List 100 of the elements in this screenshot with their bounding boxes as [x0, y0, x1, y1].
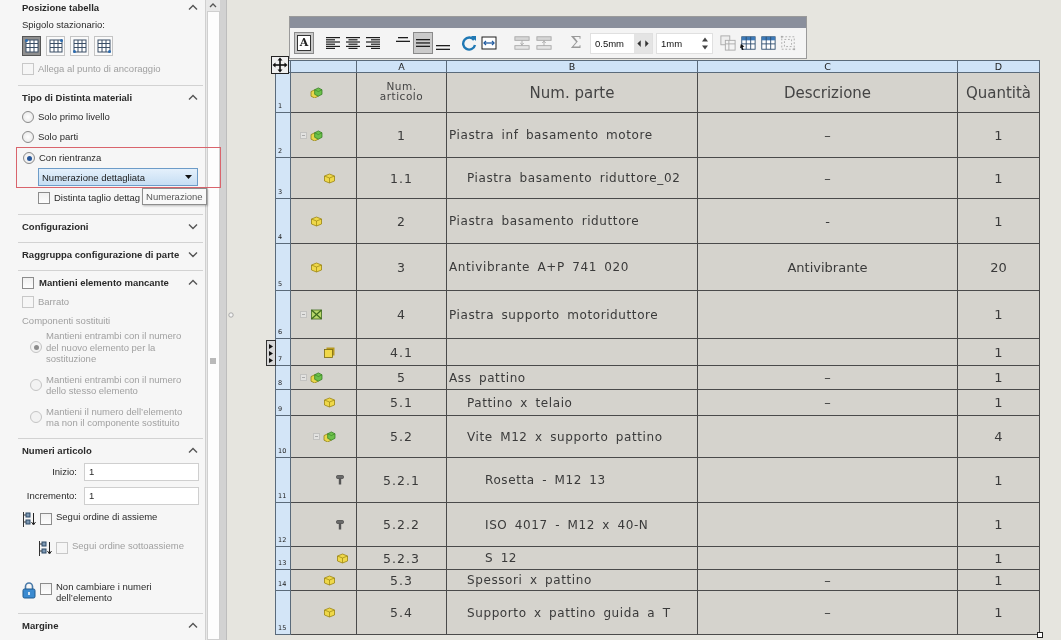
screw-icon — [336, 519, 344, 530]
checkbox-label[interactable]: Distinta taglio dettag — [54, 192, 141, 204]
cube-icon — [323, 397, 336, 408]
section-title[interactable]: Configurazioni — [22, 220, 183, 233]
table-cell: S 12 — [446, 546, 698, 570]
table-cell: 4 — [957, 415, 1040, 458]
checkbox-label[interactable]: Segui ordine di assieme — [56, 510, 158, 522]
table-cell: 5.2.2 — [356, 502, 447, 547]
splitter-handle-icon[interactable] — [228, 312, 234, 318]
table-corner-icon — [24, 39, 39, 53]
table-cell: – — [697, 112, 958, 158]
section-title[interactable]: Posizione tabella — [22, 1, 183, 14]
row-handle-icon[interactable] — [266, 340, 276, 366]
header-cell: Num. parte — [446, 72, 698, 113]
table-cell: Antivibrante A+P 741 020 — [446, 243, 698, 291]
table-pointer-icon — [740, 35, 756, 51]
anchor-button[interactable] — [94, 36, 113, 56]
column-letter[interactable]: D — [994, 61, 1003, 72]
table-cell: 5.4 — [356, 590, 447, 635]
table-cell: Piastra inf basamento motore — [446, 112, 698, 158]
checkbox[interactable] — [22, 276, 34, 289]
chevron-up-icon[interactable] — [188, 4, 198, 11]
table-cell: 1 — [957, 112, 1040, 158]
table-corner-icon — [72, 39, 87, 53]
number-field[interactable]: 1 — [84, 486, 199, 505]
dropdown[interactable]: Numerazione dettagliata — [38, 168, 198, 186]
cube-icon — [310, 261, 323, 273]
copy-format-icon — [720, 35, 736, 51]
table-cell: – — [697, 389, 958, 416]
checkbox[interactable] — [40, 582, 52, 595]
field-label: Incremento: — [25, 490, 77, 501]
table-cell: 1 — [356, 112, 447, 158]
hierarchy-icon — [38, 539, 52, 557]
frame-icon — [310, 309, 323, 320]
fit-width-icon — [481, 35, 497, 51]
chevron-up-icon[interactable] — [188, 94, 198, 101]
lock-icon — [22, 580, 36, 599]
spin-field[interactable]: 0.5mm — [590, 32, 653, 54]
chevron-down-icon[interactable] — [188, 223, 198, 230]
cube-icon — [323, 607, 336, 618]
field-label: Inizio: — [51, 466, 77, 477]
table-cell: Piastra basamento riduttore_02 — [446, 157, 698, 199]
radio-label[interactable]: Solo primo livello — [38, 111, 199, 123]
section-title[interactable]: Raggruppa configurazione di parte — [22, 248, 183, 261]
align-middle-icon — [416, 39, 430, 47]
section-title[interactable]: Mantieni elemento mancante — [39, 276, 183, 289]
checkbox[interactable] — [38, 192, 50, 204]
chevron-up-icon[interactable] — [188, 279, 198, 286]
radio-button[interactable] — [22, 131, 34, 143]
caret-icon — [185, 175, 192, 179]
header-cell: Num. articolo — [356, 72, 447, 113]
table-cell: 5 — [356, 365, 447, 390]
table-icon — [760, 35, 776, 51]
chevron-down-icon[interactable] — [188, 251, 198, 258]
table-cell: 5.1 — [356, 389, 447, 416]
cubes-icon — [310, 87, 323, 98]
column-letter[interactable]: B — [568, 61, 576, 72]
move-handle-icon[interactable] — [271, 56, 289, 74]
spin-arrows-icon[interactable] — [701, 35, 709, 51]
table-cell: 5.2 — [356, 415, 447, 458]
table-cell: Spessori x pattino — [446, 569, 698, 591]
radio-button[interactable] — [22, 111, 34, 123]
scroll-up-icon[interactable] — [209, 3, 217, 8]
table-cell: 1 — [957, 198, 1040, 244]
table-cell: 1 — [957, 157, 1040, 199]
column-letter[interactable]: A — [398, 61, 405, 72]
text-format-button[interactable]: A — [294, 32, 314, 54]
cubes-icon — [310, 129, 323, 141]
section-title[interactable]: Tipo di Distinta materiali — [22, 91, 183, 104]
radio-button[interactable] — [23, 152, 35, 164]
checkbox[interactable] — [40, 512, 52, 525]
screw-icon — [336, 475, 344, 485]
table-cell: 1 — [957, 290, 1040, 339]
section-title[interactable]: Numeri articolo — [22, 443, 183, 457]
checkbox-label[interactable]: Non cambiare i numeri dell’elemento — [56, 580, 171, 604]
anchor-button[interactable] — [70, 36, 89, 56]
chevron-up-icon[interactable] — [188, 621, 198, 629]
anchor-button[interactable] — [46, 36, 65, 56]
table-cell: Vite M12 x supporto pattino — [446, 415, 698, 458]
table-cell: – — [697, 590, 958, 635]
chevron-up-icon[interactable] — [188, 446, 198, 454]
table-cell: 1 — [957, 338, 1040, 366]
table-cell: - — [697, 198, 958, 244]
table-cell: 20 — [957, 243, 1040, 291]
align-middle-button[interactable] — [413, 32, 433, 54]
table-cell: 3 — [356, 243, 447, 291]
table-cell: ISO 4017 - M12 x 40-N — [446, 502, 698, 547]
option-label: Spigolo stazionario: — [22, 19, 105, 31]
resize-handle-icon[interactable] — [1037, 632, 1043, 638]
column-letter[interactable]: C — [824, 61, 831, 72]
cubes-icon — [323, 431, 336, 442]
anchor-button[interactable] — [22, 36, 41, 56]
spin-arrows-icon[interactable] — [634, 33, 652, 53]
number-field[interactable]: 1 — [84, 462, 199, 481]
radio-label[interactable]: Solo parti — [38, 131, 199, 143]
section-title[interactable]: Margine — [22, 618, 183, 632]
insert-row-above-icon — [536, 35, 552, 51]
spin-field[interactable]: 1mm — [656, 32, 713, 54]
radio-label[interactable]: Con rientranza — [39, 152, 198, 164]
table-cell: – — [697, 365, 958, 390]
